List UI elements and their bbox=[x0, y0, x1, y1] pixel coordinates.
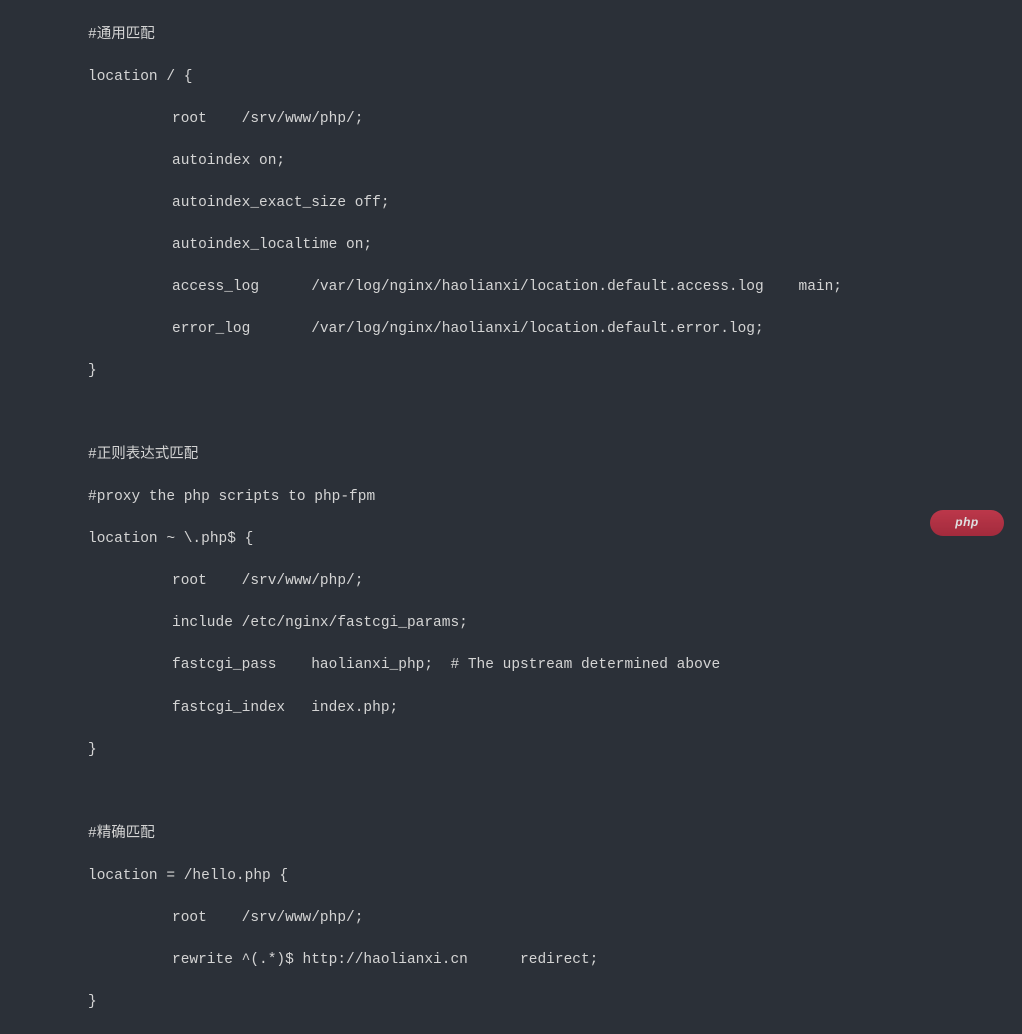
blank-line bbox=[8, 782, 1014, 803]
directive-autoindex-exact: autoindex_exact_size off; bbox=[8, 193, 1014, 214]
directive-include: include /etc/nginx/fastcgi_params; bbox=[8, 613, 1014, 634]
comment-line: #通用匹配 bbox=[8, 25, 1014, 46]
directive-error-log: error_log /var/log/nginx/haolianxi/locat… bbox=[8, 319, 1014, 340]
directive-autoindex-localtime: autoindex_localtime on; bbox=[8, 235, 1014, 256]
location-close: } bbox=[8, 740, 1014, 761]
location-close: } bbox=[8, 361, 1014, 382]
location-open: location ~ \.php$ { bbox=[8, 529, 1014, 550]
directive-rewrite: rewrite ^(.*)$ http://haolianxi.cn redir… bbox=[8, 950, 1014, 971]
blank-line bbox=[8, 403, 1014, 424]
directive-access-log: access_log /var/log/nginx/haolianxi/loca… bbox=[8, 277, 1014, 298]
location-open: location = /hello.php { bbox=[8, 866, 1014, 887]
location-close: } bbox=[8, 992, 1014, 1013]
location-open: location / { bbox=[8, 67, 1014, 88]
php-watermark-badge: php bbox=[930, 510, 1004, 536]
comment-line: #proxy the php scripts to php-fpm bbox=[8, 487, 1014, 508]
comment-line: #精确匹配 bbox=[8, 824, 1014, 845]
comment-line: #正则表达式匹配 bbox=[8, 445, 1014, 466]
directive-fastcgi-index: fastcgi_index index.php; bbox=[8, 698, 1014, 719]
directive-fastcgi-pass: fastcgi_pass haolianxi_php; # The upstre… bbox=[8, 655, 1014, 676]
directive-root: root /srv/www/php/; bbox=[8, 109, 1014, 130]
nginx-config-code: #通用匹配 location / { root /srv/www/php/; a… bbox=[8, 4, 1014, 1034]
directive-root: root /srv/www/php/; bbox=[8, 571, 1014, 592]
watermark-label: php bbox=[955, 514, 979, 531]
directive-root: root /srv/www/php/; bbox=[8, 908, 1014, 929]
directive-autoindex: autoindex on; bbox=[8, 151, 1014, 172]
